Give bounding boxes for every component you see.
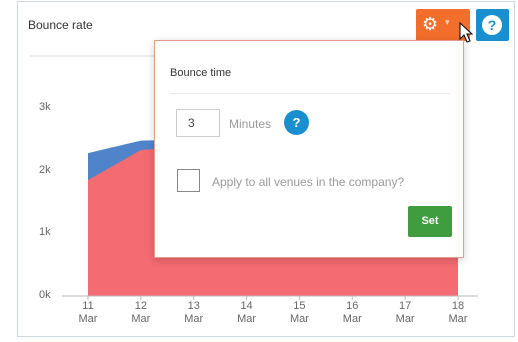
x-tick-label: 16 Mar <box>342 300 362 325</box>
popover-divider <box>170 93 450 94</box>
y-tick-label: 2k <box>39 163 51 176</box>
apply-all-checkbox[interactable] <box>177 169 200 192</box>
x-tick-label: 15 Mar <box>289 300 309 325</box>
x-tick-label: 14 Mar <box>237 300 257 325</box>
y-tick-label: 1k <box>39 226 51 239</box>
x-tick-label: 12 Mar <box>131 300 151 325</box>
x-tick-label: 11 Mar <box>78 300 98 325</box>
x-tick-label: 13 Mar <box>184 300 204 325</box>
popover-title: Bounce time <box>170 67 232 79</box>
bounce-time-input[interactable]: 3 <box>176 109 220 137</box>
x-tick-label: 18 Mar <box>448 300 468 325</box>
bounce-time-popover: Bounce time 3 Minutes ? Apply to all ven… <box>154 40 464 258</box>
y-tick-label: 3k <box>39 101 51 114</box>
set-button[interactable]: Set <box>408 206 452 237</box>
unit-label: Minutes <box>229 117 272 131</box>
x-tick-label: 17 Mar <box>395 300 415 325</box>
y-tick-label: 0k <box>39 289 51 301</box>
apply-all-label[interactable]: Apply to all venues in the company? <box>212 175 404 189</box>
info-icon[interactable]: ? <box>284 110 309 135</box>
